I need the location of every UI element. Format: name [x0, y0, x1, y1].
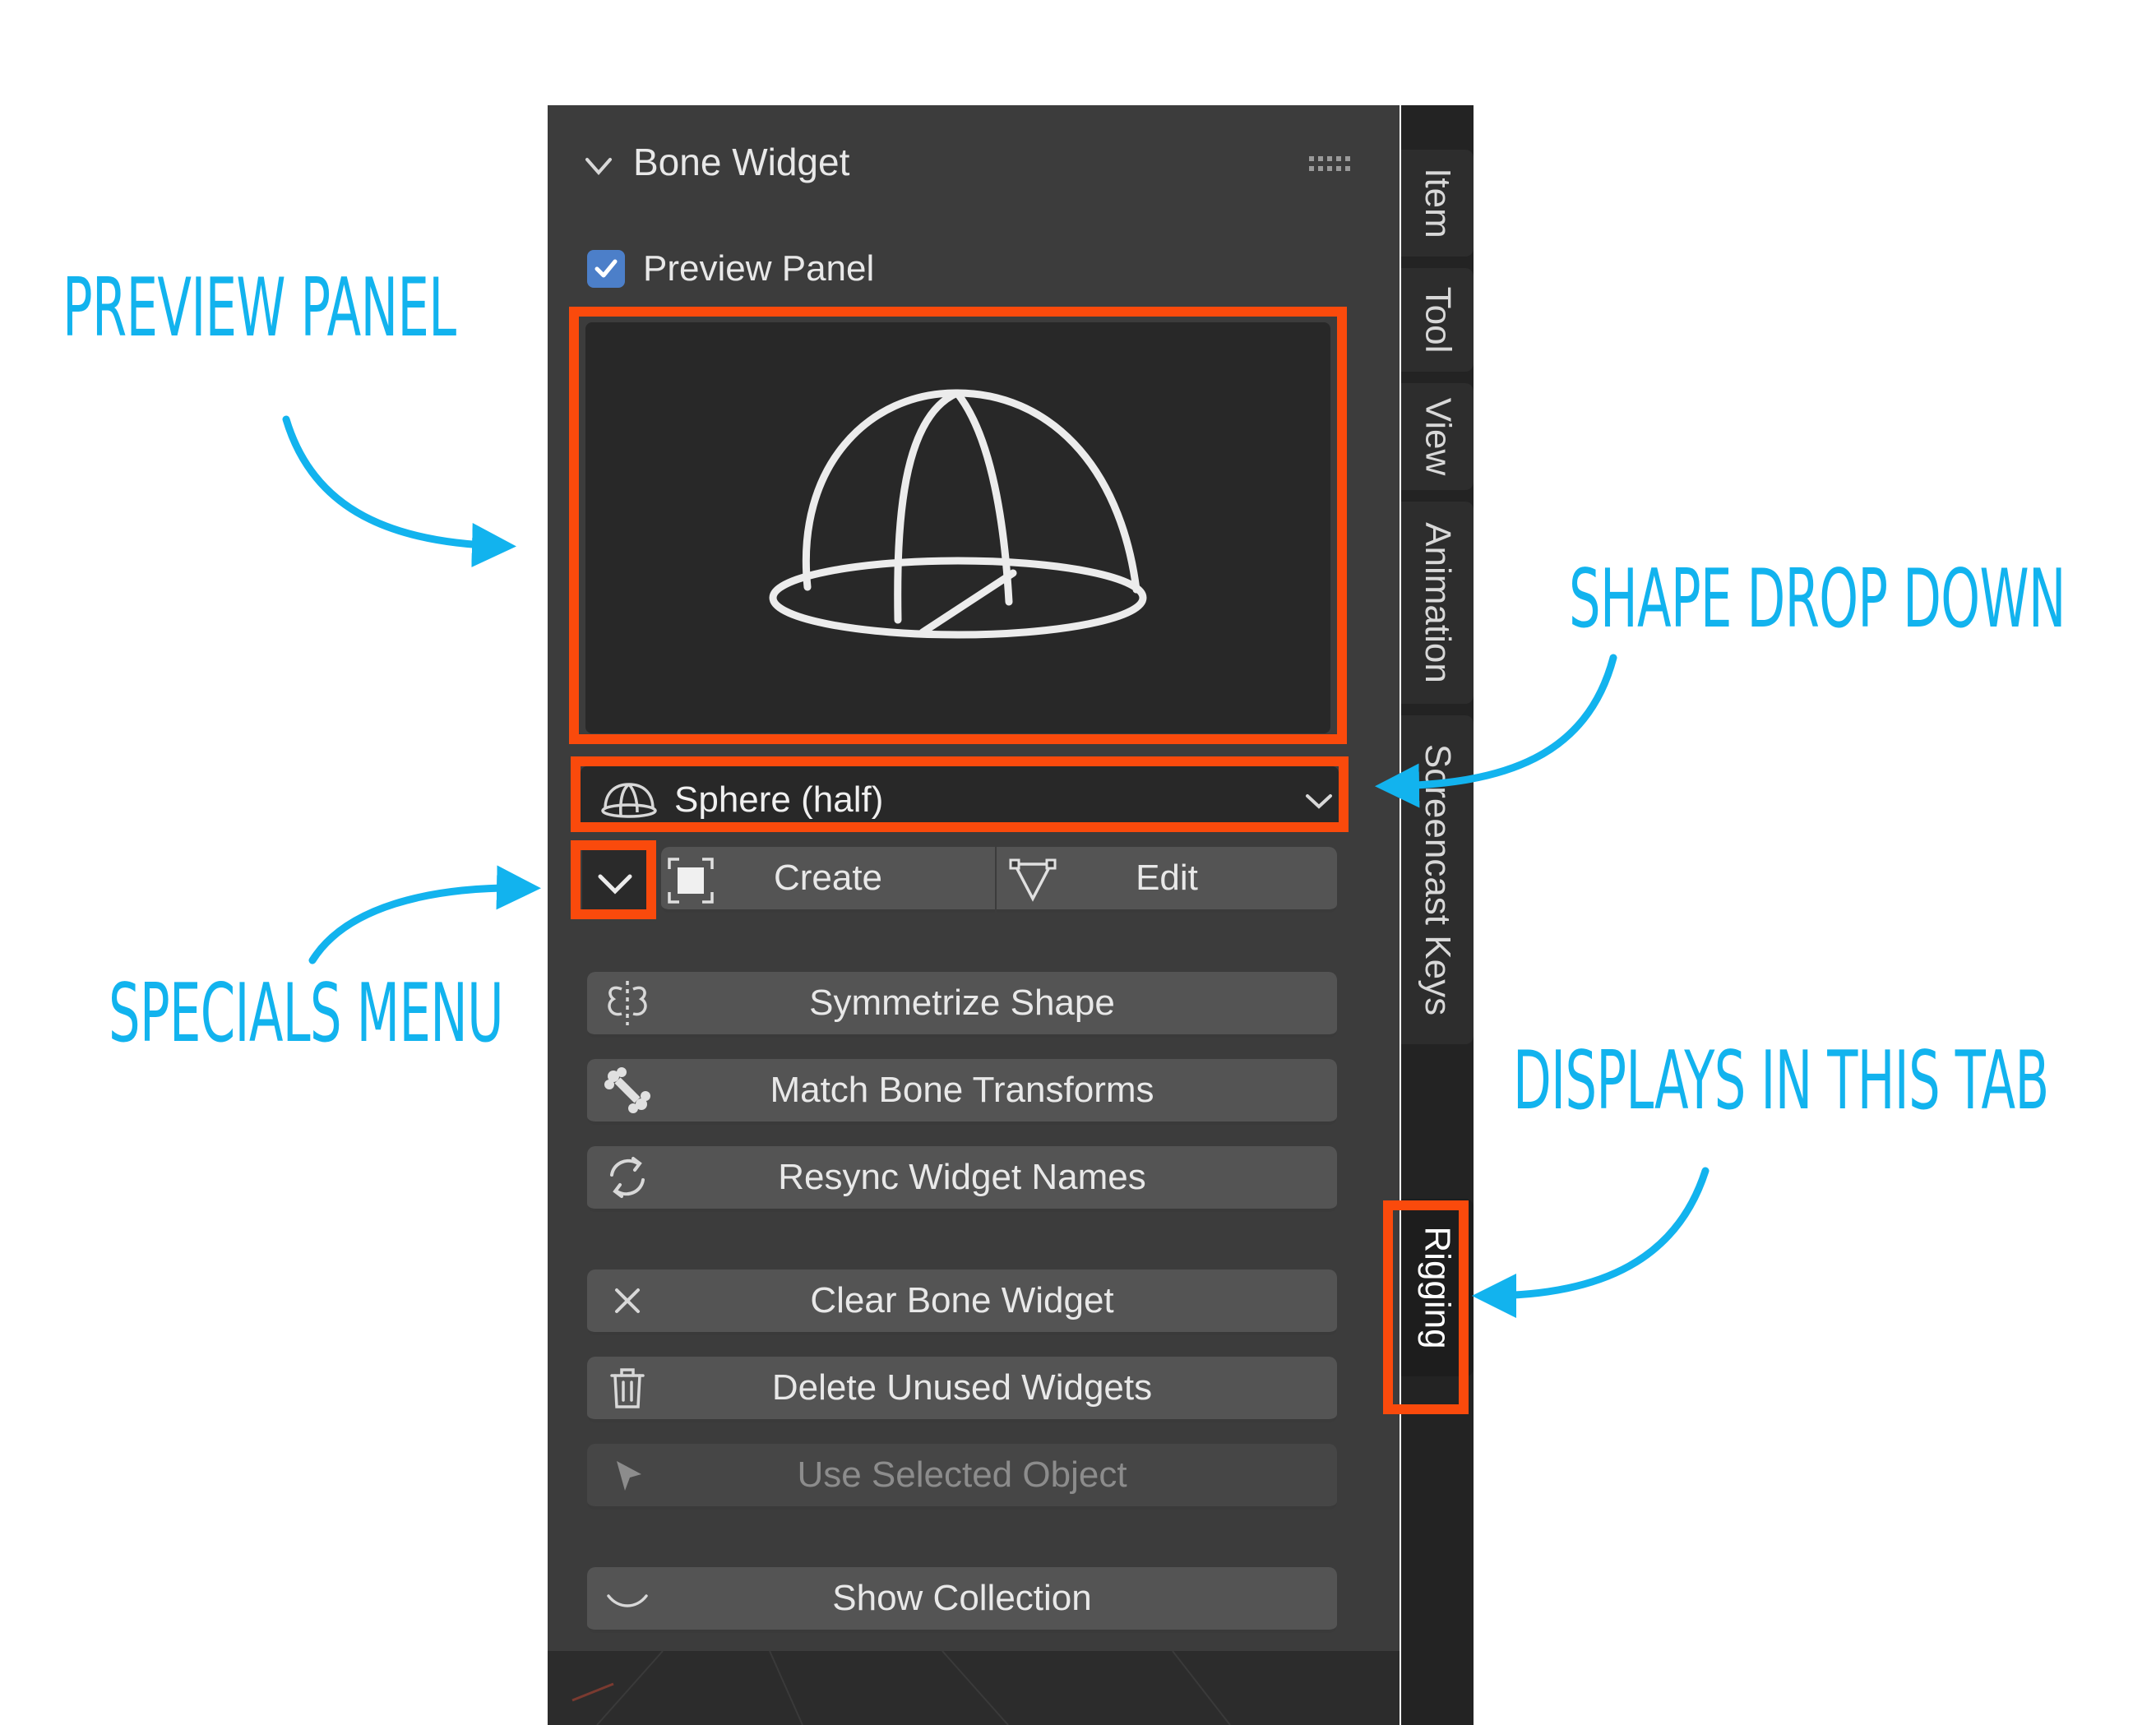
- rigging-tab-highlight: [1383, 1200, 1469, 1414]
- arrow-displays-in-this-tab: [1472, 1167, 1710, 1318]
- viewport-floor: [548, 1650, 1400, 1725]
- refresh-icon: [610, 1157, 645, 1198]
- use-selected-object-button[interactable]: Use Selected Object: [587, 1444, 1337, 1510]
- collapse-chevron-icon[interactable]: [582, 150, 615, 183]
- edit-button[interactable]: Edit: [997, 847, 1337, 913]
- sidebar-tab-strip: Item Tool View Animation Screencast Keys…: [1401, 105, 1474, 1725]
- symmetrize-shape-label: Symmetrize Shape: [809, 983, 1115, 1023]
- annotation-preview-panel: PREVIEW PANEL: [62, 261, 456, 355]
- delete-unused-widgets-label: Delete Unused Widgets: [771, 1367, 1153, 1408]
- tab-view[interactable]: View: [1401, 383, 1474, 490]
- match-bone-transforms-label: Match Bone Transforms: [770, 1070, 1154, 1110]
- arrow-preview-panel: [282, 415, 516, 568]
- tab-screencast-keys[interactable]: Screencast Keys: [1401, 715, 1474, 1044]
- bone-icon: [604, 1067, 650, 1113]
- trash-icon: [610, 1368, 645, 1408]
- preview-panel-label: Preview Panel: [643, 248, 875, 289]
- use-selected-object-label: Use Selected Object: [797, 1454, 1127, 1495]
- delete-unused-widgets-button[interactable]: Delete Unused Widgets: [587, 1357, 1337, 1422]
- show-collection-button[interactable]: Show Collection: [587, 1567, 1337, 1633]
- checkmark-icon: [595, 259, 618, 278]
- tab-tool-label: Tool: [1418, 286, 1458, 354]
- clear-bone-widget-label: Clear Bone Widget: [810, 1280, 1114, 1320]
- create-button-label: Create: [773, 858, 883, 898]
- viewport-grid-lines: [571, 1650, 1231, 1725]
- show-collection-label: Show Collection: [832, 1578, 1092, 1618]
- close-icon: [615, 1288, 640, 1313]
- tab-screencast-keys-label: Screencast Keys: [1418, 743, 1458, 1016]
- drag-grip-icon[interactable]: [1309, 155, 1352, 174]
- resync-widget-names-button[interactable]: Resync Widget Names: [587, 1146, 1337, 1212]
- arrow-specials-menu: [308, 865, 541, 964]
- tab-animation-label: Animation: [1418, 522, 1459, 683]
- preview-panel-highlight: [569, 307, 1347, 744]
- match-bone-transforms-button[interactable]: Match Bone Transforms: [587, 1059, 1337, 1125]
- edit-mesh-icon: [1009, 858, 1057, 902]
- annotation-displays-in-this-tab: DISPLAYS IN THIS TAB: [1513, 1034, 2049, 1128]
- tab-item-label: Item: [1417, 168, 1458, 238]
- tab-animation[interactable]: Animation: [1401, 502, 1474, 704]
- resync-widget-names-label: Resync Widget Names: [778, 1157, 1146, 1197]
- create-widget-icon: [668, 858, 714, 904]
- panel-title: Bone Widget: [633, 141, 850, 183]
- tab-view-label: View: [1418, 397, 1459, 476]
- clear-bone-widget-button[interactable]: Clear Bone Widget: [587, 1269, 1337, 1335]
- symmetrize-shape-button[interactable]: Symmetrize Shape: [587, 972, 1337, 1038]
- annotation-specials-menu: SPECIALS MENU: [109, 967, 504, 1061]
- specials-menu-highlight: [571, 840, 656, 919]
- cursor-arrow-icon: [617, 1461, 641, 1491]
- hidden-eye-icon: [607, 1594, 648, 1607]
- create-button[interactable]: Create: [661, 847, 995, 913]
- shape-dropdown-highlight: [571, 756, 1349, 832]
- tab-tool[interactable]: Tool: [1401, 268, 1474, 372]
- tab-item[interactable]: Item: [1401, 150, 1474, 257]
- edit-button-label: Edit: [1136, 858, 1198, 898]
- symmetrize-icon: [608, 981, 647, 1025]
- preview-panel-checkbox[interactable]: [587, 250, 625, 288]
- annotation-shape-drop-down: SHAPE DROP DOWN: [1569, 553, 2066, 646]
